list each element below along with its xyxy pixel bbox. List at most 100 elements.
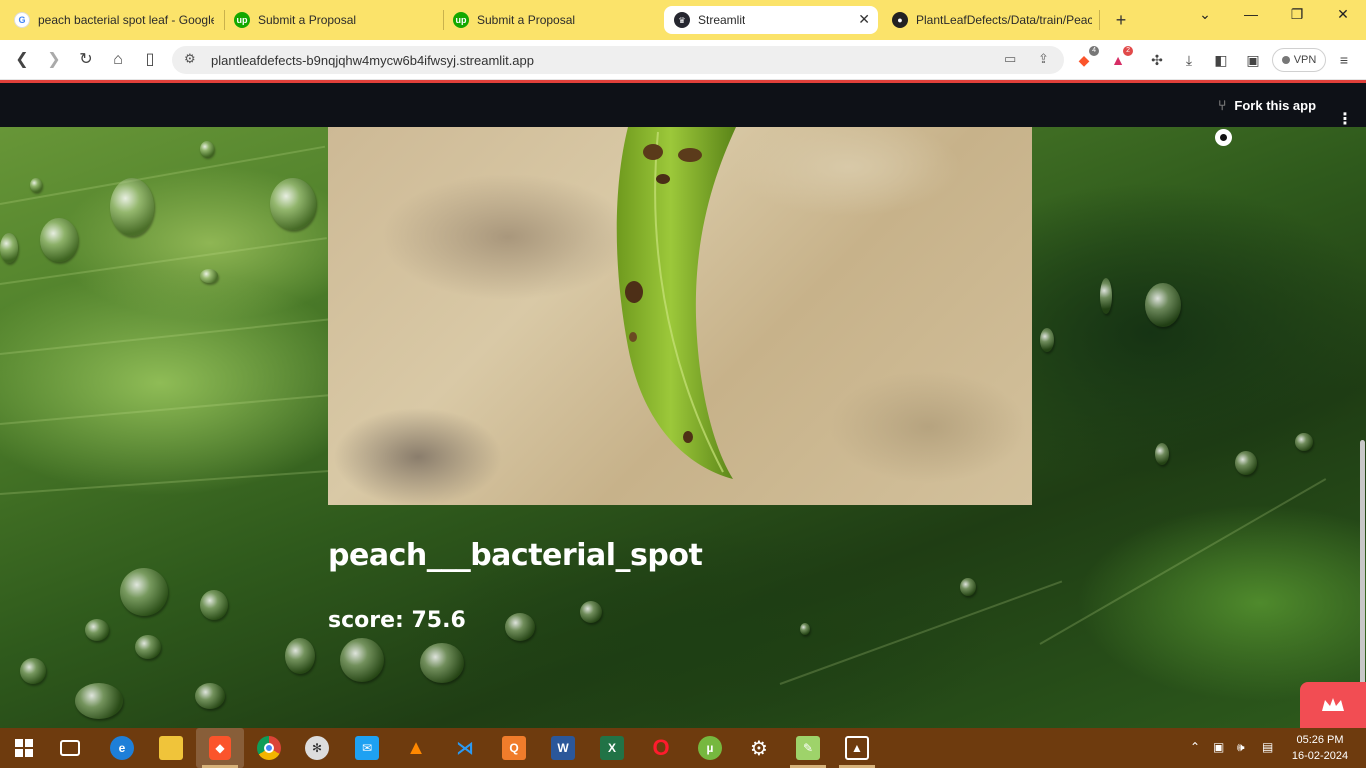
brave-rewards-icon[interactable]: ▲ 2 bbox=[1109, 46, 1133, 69]
tab-search-chevron-icon[interactable]: ⌄ bbox=[1193, 6, 1217, 23]
extensions-icon[interactable]: ✣ bbox=[1148, 51, 1166, 69]
water-droplet bbox=[270, 178, 316, 230]
water-droplet bbox=[1295, 433, 1313, 451]
reload-button[interactable]: ↻ bbox=[76, 50, 96, 70]
google-icon: G bbox=[14, 12, 30, 28]
minimize-button[interactable]: — bbox=[1239, 6, 1263, 22]
opera-icon[interactable]: O bbox=[649, 735, 673, 760]
brave-shields-icon[interactable]: ◆ 4 bbox=[1075, 46, 1099, 69]
bookmark-icon[interactable]: ▯ bbox=[140, 50, 160, 70]
upwork-icon: up bbox=[234, 12, 250, 28]
crown-icon bbox=[1322, 698, 1344, 711]
leaf-vein bbox=[0, 469, 330, 495]
utorrent-icon[interactable]: µ bbox=[698, 736, 722, 760]
tab-upwork-proposal-1[interactable]: up Submit a Proposal bbox=[234, 6, 434, 34]
downloads-icon[interactable]: ⤓ bbox=[1180, 51, 1198, 69]
tab-separator bbox=[224, 10, 225, 30]
menu-icon[interactable]: ≡ bbox=[1335, 51, 1353, 69]
water-droplet bbox=[135, 635, 161, 659]
tray-overflow-icon[interactable]: ⌃ bbox=[1190, 740, 1200, 754]
tab-google-search[interactable]: G peach bacterial spot leaf - Google bbox=[14, 6, 214, 34]
wallet-icon[interactable]: ▣ bbox=[1244, 51, 1262, 69]
edge-icon[interactable]: e bbox=[110, 736, 134, 760]
water-droplet bbox=[75, 683, 123, 719]
file-explorer-icon[interactable] bbox=[159, 736, 183, 760]
settings-icon[interactable]: ⚙ bbox=[747, 736, 771, 760]
water-droplet bbox=[30, 178, 42, 192]
address-bar[interactable]: ⚙ plantleafdefects-b9nqjqhw4mycw6b4ifwsy… bbox=[172, 46, 1064, 74]
water-droplet bbox=[20, 658, 46, 684]
leaf-vein bbox=[1039, 478, 1327, 645]
shields-badge: 4 bbox=[1089, 46, 1099, 56]
github-icon[interactable] bbox=[1215, 129, 1232, 146]
streamlit-header: ⑂ Fork this app ⋮ bbox=[0, 83, 1366, 128]
page-scrollbar[interactable] bbox=[1360, 440, 1365, 685]
chrome-icon[interactable] bbox=[257, 736, 281, 760]
back-button[interactable]: ❮ bbox=[12, 50, 32, 70]
messenger-icon[interactable]: ✉ bbox=[355, 736, 379, 760]
system-clock[interactable]: 05:26 PM 16-02-2024 bbox=[1290, 732, 1350, 764]
task-view-icon[interactable] bbox=[60, 740, 80, 756]
browser-tab-strip: G peach bacterial spot leaf - Google up … bbox=[0, 0, 1366, 40]
water-droplet bbox=[195, 683, 225, 709]
start-icon[interactable] bbox=[12, 736, 36, 760]
share-icon[interactable]: ⇪ bbox=[1038, 51, 1049, 67]
prediction-score: score: 75.6 bbox=[328, 608, 466, 633]
water-droplet bbox=[200, 141, 214, 157]
tab-upwork-proposal-2[interactable]: up Submit a Proposal bbox=[453, 6, 653, 34]
sidebar-icon[interactable]: ◧ bbox=[1212, 51, 1230, 69]
notifications-icon[interactable]: ▤ bbox=[1262, 740, 1273, 754]
tab-github[interactable]: ● PlantLeafDefects/Data/train/Peac bbox=[892, 6, 1092, 34]
site-settings-icon[interactable]: ⚙ bbox=[184, 51, 196, 67]
clock-date: 16-02-2024 bbox=[1291, 750, 1349, 762]
water-droplet bbox=[1155, 443, 1169, 465]
prediction-label: peach___bacterial_spot bbox=[328, 538, 703, 573]
network-icon[interactable]: ▣ bbox=[1213, 740, 1224, 754]
manage-app-button[interactable] bbox=[1300, 682, 1366, 728]
close-window-button[interactable]: ✕ bbox=[1331, 6, 1355, 23]
browser-toolbar: ❮ ❯ ↻ ⌂ ▯ ⚙ plantleafdefects-b9nqjqhw4my… bbox=[0, 40, 1366, 80]
vpn-label: VPN bbox=[1293, 54, 1317, 66]
tab-separator bbox=[1099, 10, 1100, 30]
water-droplet bbox=[200, 269, 218, 283]
davinci-icon[interactable]: ✻ bbox=[305, 736, 329, 760]
brave-icon[interactable]: ◆ bbox=[196, 728, 244, 768]
rewards-badge: 2 bbox=[1123, 46, 1133, 56]
notepad-icon[interactable]: ✎ bbox=[796, 736, 820, 760]
water-droplet bbox=[120, 568, 168, 616]
cast-icon[interactable]: ▭ bbox=[1004, 51, 1016, 67]
qt-icon[interactable]: Q bbox=[502, 736, 526, 760]
streamlit-icon: ♛ bbox=[674, 12, 690, 28]
main-menu-icon[interactable]: ⋮ bbox=[1337, 112, 1353, 128]
leaf-vein bbox=[0, 318, 329, 355]
new-tab-button[interactable]: + bbox=[1110, 9, 1132, 31]
photos-icon[interactable]: ▲ bbox=[845, 736, 869, 760]
vlc-icon[interactable]: ▲ bbox=[404, 736, 428, 760]
vpn-button[interactable]: VPN bbox=[1272, 48, 1326, 72]
upwork-icon: up bbox=[453, 12, 469, 28]
url-text[interactable]: plantleafdefects-b9nqjqhw4mycw6b4ifwsyj.… bbox=[211, 53, 534, 68]
water-droplet bbox=[505, 613, 535, 641]
water-droplet bbox=[200, 590, 228, 620]
fork-app-button[interactable]: ⑂ Fork this app bbox=[1218, 97, 1316, 113]
clock-time: 05:26 PM bbox=[1296, 734, 1344, 746]
forward-button[interactable]: ❯ bbox=[44, 50, 64, 70]
home-button[interactable]: ⌂ bbox=[108, 50, 128, 70]
restore-button[interactable]: ❐ bbox=[1285, 6, 1309, 23]
close-tab-icon[interactable]: ✕ bbox=[858, 11, 870, 28]
excel-icon[interactable]: X bbox=[600, 736, 624, 760]
water-droplet bbox=[85, 619, 109, 641]
water-droplet bbox=[800, 623, 810, 635]
vscode-icon[interactable]: ⋊ bbox=[453, 736, 477, 760]
water-droplet bbox=[1145, 283, 1181, 327]
tab-label: Submit a Proposal bbox=[477, 13, 576, 27]
tab-label: Submit a Proposal bbox=[258, 13, 357, 27]
volume-icon[interactable]: 🕪 bbox=[1237, 740, 1245, 755]
water-droplet bbox=[420, 643, 464, 683]
leaf-vein bbox=[779, 580, 1063, 685]
word-icon[interactable]: W bbox=[551, 736, 575, 760]
tab-streamlit[interactable]: ♛ Streamlit ✕ bbox=[664, 6, 878, 34]
vpn-status-icon bbox=[1281, 56, 1290, 64]
tab-separator bbox=[443, 10, 444, 30]
water-droplet bbox=[40, 218, 78, 262]
